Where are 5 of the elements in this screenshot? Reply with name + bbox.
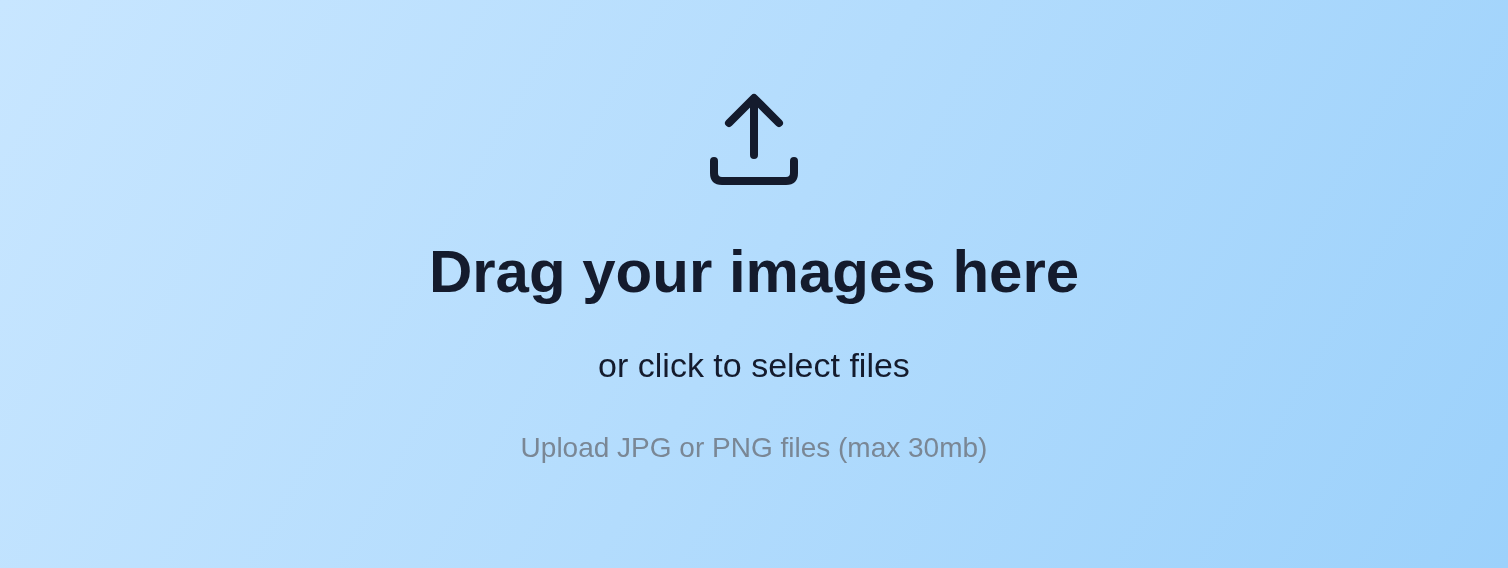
heading: Drag your images here — [428, 237, 1080, 307]
select-files-text: or click to select files — [598, 345, 910, 385]
upload-icon — [709, 93, 799, 187]
drop-zone[interactable]: Drag your images here or click to select files Upload JPG or PNG files (max 30mb) — [0, 0, 1508, 568]
hint-text: Upload JPG or PNG files (max 30mb) — [520, 431, 988, 465]
